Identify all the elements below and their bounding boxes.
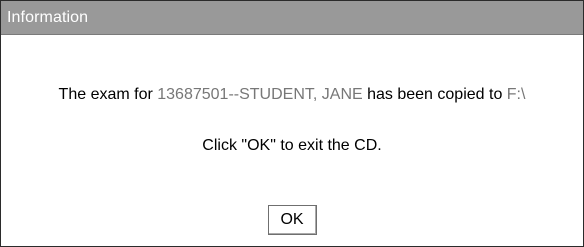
ok-button[interactable]: OK bbox=[267, 205, 317, 235]
exit-instruction: Click "OK" to exit the CD. bbox=[202, 137, 382, 154]
copy-confirmation-message: The exam for 13687501--STUDENT, JANE has… bbox=[1, 86, 583, 104]
dialog-title: Information bbox=[7, 8, 89, 26]
message-prefix: The exam for bbox=[58, 86, 158, 103]
student-id-name: 13687501--STUDENT, JANE bbox=[157, 86, 363, 103]
information-dialog: Information The exam for 13687501--STUDE… bbox=[0, 0, 584, 247]
destination-drive: F:\ bbox=[506, 86, 526, 103]
button-row: OK bbox=[1, 205, 583, 235]
message-middle: has been copied to bbox=[362, 86, 507, 103]
dialog-titlebar[interactable]: Information bbox=[1, 1, 583, 35]
